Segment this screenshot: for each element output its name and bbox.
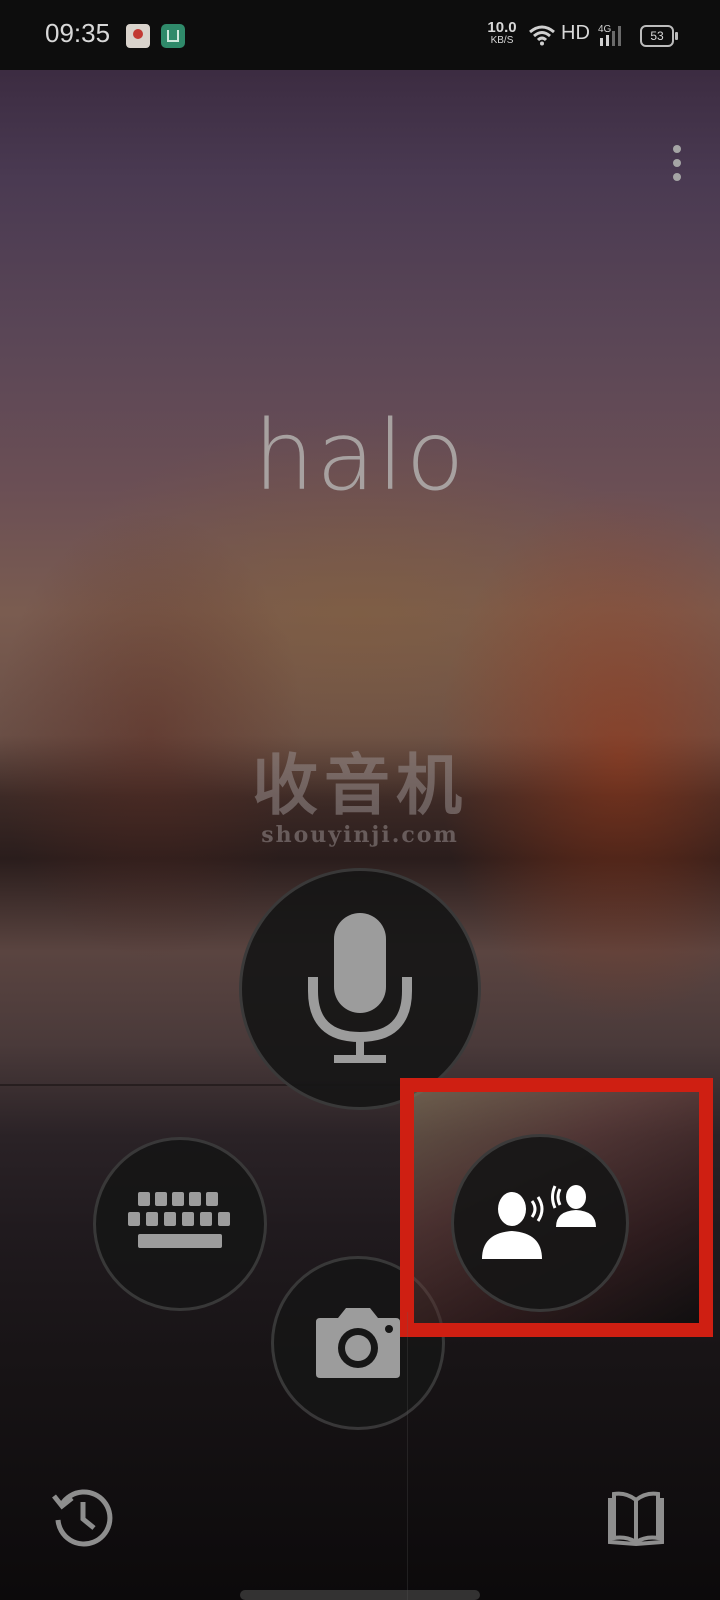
book-icon: [608, 1491, 664, 1547]
conversation-icon-wrap: [454, 1137, 626, 1309]
network-speed-unit: KB/S: [490, 35, 514, 46]
history-icon: [52, 1489, 113, 1547]
divider-vertical: [407, 1312, 408, 1600]
status-bar: 09:35 10.0 KB/S HD 4G 53: [0, 0, 720, 70]
phrasebook-button[interactable]: [606, 1490, 666, 1548]
more-options-button[interactable]: [660, 140, 694, 186]
network-speed: 10.0 KB/S: [482, 20, 522, 46]
navigation-bar-handle[interactable]: [240, 1590, 480, 1600]
hd-voice-indicator: HD: [561, 22, 590, 44]
battery-indicator: 53: [640, 25, 678, 47]
status-time: 09:35: [45, 18, 111, 48]
microphone-icon-wrap: [242, 871, 478, 1107]
watermark-chinese: 收音机: [252, 746, 468, 824]
more-vert-icon: [673, 145, 681, 153]
camera-icon: [316, 1308, 400, 1378]
network-speed-value: 10.0: [487, 19, 517, 36]
translate-screen: 09:35 10.0 KB/S HD 4G 53 halo 收音机 shouyi…: [0, 0, 720, 1600]
keyboard-icon: [128, 1192, 230, 1248]
conversation-mode-button[interactable]: [451, 1134, 629, 1312]
watermark: 收音机 shouyinji.com: [240, 752, 480, 848]
notification-app-icon-2: [161, 24, 185, 48]
microphone-button[interactable]: [239, 868, 481, 1110]
microphone-icon: [308, 913, 412, 1063]
history-button[interactable]: [50, 1484, 116, 1550]
watermark-url: shouyinji.com: [261, 822, 459, 848]
signal-icon: 4G: [598, 24, 621, 46]
notification-app-icon: [126, 24, 150, 48]
conversation-icon: [482, 1185, 596, 1259]
more-vert-icon-dot: [673, 173, 681, 181]
wifi-icon: [529, 25, 555, 46]
keyboard-icon-wrap: [96, 1140, 264, 1308]
network-type: 4G: [598, 24, 612, 35]
recognized-text: halo: [253, 400, 467, 512]
more-vert-icon-dot: [673, 159, 681, 167]
keyboard-input-button[interactable]: [93, 1137, 267, 1311]
